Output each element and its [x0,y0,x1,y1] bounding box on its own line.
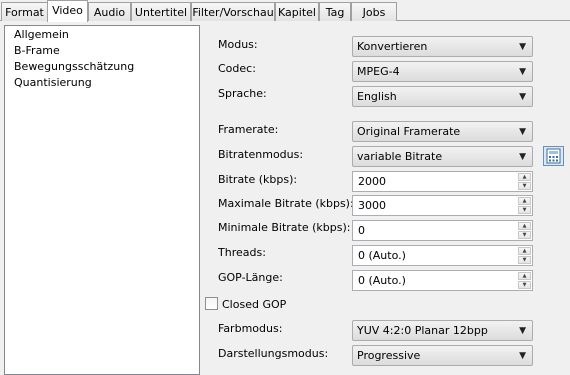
list-item-b-frame[interactable]: B-Frame [14,43,60,59]
min-bitrate-label: Minimale Bitrate (kbps): [218,221,351,234]
codec-value: MPEG-4 [357,65,400,78]
threads-spin-buttons: ▲ ▼ [518,247,531,264]
bitrate-spin-buttons: ▲ ▼ [518,173,531,190]
bitrate-value: 2000 [358,175,386,188]
darstellungsmodus-label: Darstellungsmodus: [218,347,329,360]
gop-value: 0 (Auto.) [358,274,406,287]
farbmodus-value: YUV 4:2:0 Planar 12bpp [357,324,488,337]
darstellungsmodus-select[interactable]: Progressive ▼ [352,345,533,366]
closed-gop-label[interactable]: Closed GOP [222,298,286,311]
max-bitrate-spinbox[interactable]: 3000 ▲ ▼ [352,195,533,216]
min-bitrate-spin-buttons: ▲ ▼ [518,222,531,239]
farbmodus-select[interactable]: YUV 4:2:0 Planar 12bpp ▼ [352,320,533,341]
gop-spin-buttons: ▲ ▼ [518,272,531,289]
max-bitrate-value: 3000 [358,199,386,212]
bitrate-label: Bitrate (kbps): [218,173,298,186]
bitratenmodus-label: Bitratenmodus: [218,148,304,161]
bitratenmodus-select[interactable]: variable Bitrate ▼ [352,146,533,167]
spin-up-icon[interactable]: ▲ [518,222,531,230]
framerate-value: Original Framerate [357,125,461,138]
spin-down-icon[interactable]: ▼ [518,182,531,190]
bitratenmodus-value: variable Bitrate [357,150,443,163]
spin-up-icon[interactable]: ▲ [518,197,531,205]
sprache-select[interactable]: English ▼ [352,86,533,107]
tab-tag[interactable]: Tag [319,2,351,21]
threads-label: Threads: [218,246,266,259]
tab-kapitel[interactable]: Kapitel [275,2,319,21]
chevron-down-icon: ▼ [519,67,526,77]
threads-value: 0 (Auto.) [358,249,406,262]
chevron-down-icon: ▼ [519,42,526,52]
gop-label: GOP-Länge: [218,271,283,284]
chevron-down-icon: ▼ [519,351,526,361]
modus-label: Modus: [218,38,258,51]
codec-select[interactable]: MPEG-4 ▼ [352,61,533,82]
list-item-quantisierung[interactable]: Quantisierung [14,75,92,91]
sprache-value: English [357,90,397,103]
chevron-down-icon: ▼ [519,326,526,336]
gop-spinbox[interactable]: 0 (Auto.) ▲ ▼ [352,270,533,291]
tab-filter-vorschau[interactable]: Filter/Vorschau [191,2,275,21]
tab-bar: Format Video Audio Untertitel Filter/Vor… [0,0,570,22]
list-item-bewegungsschaetzung[interactable]: Bewegungsschätzung [14,59,134,75]
spin-up-icon[interactable]: ▲ [518,272,531,280]
tab-untertitel[interactable]: Untertitel [131,2,191,21]
spin-down-icon[interactable]: ▼ [518,256,531,264]
max-bitrate-label: Maximale Bitrate (kbps): [218,197,354,210]
modus-select[interactable]: Konvertieren ▼ [352,36,533,57]
category-list: Allgemein B-Frame Bewegungsschätzung Qua… [4,25,200,375]
chevron-down-icon: ▼ [519,127,526,137]
bitrate-spinbox[interactable]: 2000 ▲ ▼ [352,171,533,192]
modus-value: Konvertieren [357,40,428,53]
closed-gop-checkbox[interactable] [205,297,218,310]
spin-up-icon[interactable]: ▲ [518,247,531,255]
max-bitrate-spin-buttons: ▲ ▼ [518,197,531,214]
tab-audio[interactable]: Audio [88,2,131,21]
calculator-icon [546,148,561,164]
framerate-label: Framerate: [218,123,279,136]
spin-down-icon[interactable]: ▼ [518,281,531,289]
min-bitrate-value: 0 [358,224,365,237]
list-item-allgemein[interactable]: Allgemein [14,27,69,43]
spin-down-icon[interactable]: ▼ [518,231,531,239]
sprache-label: Sprache: [218,87,267,100]
chevron-down-icon: ▼ [519,152,526,162]
min-bitrate-spinbox[interactable]: 0 ▲ ▼ [352,220,533,241]
spin-up-icon[interactable]: ▲ [518,173,531,181]
bitrate-calculator-button[interactable] [543,146,564,166]
tab-format[interactable]: Format [1,2,48,21]
tab-video[interactable]: Video [47,0,88,22]
threads-spinbox[interactable]: 0 (Auto.) ▲ ▼ [352,245,533,266]
framerate-select[interactable]: Original Framerate ▼ [352,121,533,142]
darstellungsmodus-value: Progressive [357,349,421,362]
farbmodus-label: Farbmodus: [218,322,283,335]
tab-jobs[interactable]: Jobs [351,2,397,21]
codec-label: Codec: [218,62,256,75]
chevron-down-icon: ▼ [519,92,526,102]
spin-down-icon[interactable]: ▼ [518,206,531,214]
